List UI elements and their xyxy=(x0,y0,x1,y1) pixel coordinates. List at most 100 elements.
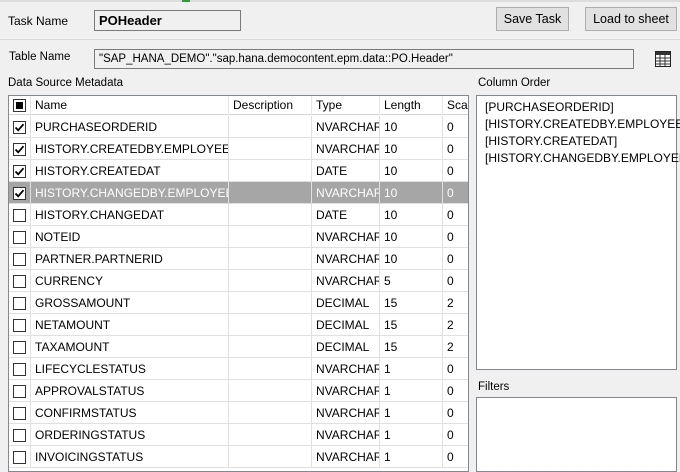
cell-scale[interactable]: 0 xyxy=(443,424,468,446)
table-row[interactable]: APPROVALSTATUS NVARCHAR 1 0 xyxy=(9,380,468,402)
cell-description[interactable] xyxy=(229,292,312,314)
column-header-type[interactable]: Type xyxy=(312,96,380,115)
cell-scale[interactable]: 0 xyxy=(443,226,468,248)
include-checkbox[interactable] xyxy=(13,275,26,288)
cell-type[interactable]: NVARCHAR xyxy=(312,182,380,204)
cell-name[interactable]: LIFECYCLESTATUS xyxy=(31,358,229,380)
column-header-name[interactable]: Name xyxy=(31,96,229,115)
table-row[interactable]: HISTORY.CHANGEDAT DATE 10 0 xyxy=(9,204,468,226)
include-checkbox[interactable] xyxy=(13,253,26,266)
cell-name[interactable]: ORDERINGSTATUS xyxy=(31,424,229,446)
include-checkbox[interactable] xyxy=(13,231,26,244)
cell-name[interactable]: TAXAMOUNT xyxy=(31,336,229,358)
cell-name[interactable]: PARTNER.PARTNERID xyxy=(31,248,229,270)
table-row[interactable]: PURCHASEORDERID NVARCHAR 10 0 xyxy=(9,116,468,138)
cell-scale[interactable]: 0 xyxy=(443,358,468,380)
cell-description[interactable] xyxy=(229,380,312,402)
include-checkbox[interactable] xyxy=(13,297,26,310)
cell-scale[interactable]: 0 xyxy=(443,116,468,138)
cell-name[interactable]: HISTORY.CHANGEDAT xyxy=(31,204,229,226)
cell-length[interactable]: 15 xyxy=(380,336,443,358)
cell-scale[interactable]: 0 xyxy=(443,446,468,468)
metadata-grid[interactable]: Name Description Type Length Scal PURCHA… xyxy=(8,95,469,472)
cell-name[interactable]: HISTORY.CREATEDAT xyxy=(31,160,229,182)
table-row[interactable]: ORDERINGSTATUS NVARCHAR 1 0 xyxy=(9,424,468,446)
cell-type[interactable]: NVARCHAR xyxy=(312,380,380,402)
cell-description[interactable] xyxy=(229,270,312,292)
table-browse-icon[interactable] xyxy=(654,50,672,68)
table-row[interactable]: NETAMOUNT DECIMAL 15 2 xyxy=(9,314,468,336)
include-checkbox[interactable] xyxy=(13,187,26,200)
cell-description[interactable] xyxy=(229,138,312,160)
cell-description[interactable] xyxy=(229,116,312,138)
cell-type[interactable]: NVARCHAR xyxy=(312,226,380,248)
column-order-list[interactable]: [PURCHASEORDERID] [HISTORY.CREATEDBY.EMP… xyxy=(476,95,680,370)
select-all-header[interactable] xyxy=(9,96,31,115)
column-order-item[interactable]: [PURCHASEORDERID] xyxy=(482,99,676,116)
cell-length[interactable]: 10 xyxy=(380,116,443,138)
include-checkbox[interactable] xyxy=(13,429,26,442)
task-name-field[interactable]: POHeader xyxy=(94,10,241,31)
cell-name[interactable]: PURCHASEORDERID xyxy=(31,116,229,138)
cell-scale[interactable]: 2 xyxy=(443,292,468,314)
include-checkbox[interactable] xyxy=(13,143,26,156)
table-row[interactable]: HISTORY.CHANGEDBY.EMPLOYEEID NVARCHAR 10 0 xyxy=(9,182,468,204)
cell-scale[interactable]: 0 xyxy=(443,138,468,160)
cell-type[interactable]: NVARCHAR xyxy=(312,402,380,424)
include-checkbox[interactable] xyxy=(13,407,26,420)
cell-scale[interactable]: 2 xyxy=(443,336,468,358)
include-checkbox[interactable] xyxy=(13,385,26,398)
cell-description[interactable] xyxy=(229,204,312,226)
cell-description[interactable] xyxy=(229,314,312,336)
cell-type[interactable]: NVARCHAR xyxy=(312,358,380,380)
save-task-button[interactable]: Save Task xyxy=(496,7,569,31)
cell-name[interactable]: HISTORY.CHANGEDBY.EMPLOYEEID xyxy=(31,182,229,204)
table-row[interactable]: GROSSAMOUNT DECIMAL 15 2 xyxy=(9,292,468,314)
cell-length[interactable]: 10 xyxy=(380,138,443,160)
table-row[interactable]: LIFECYCLESTATUS NVARCHAR 1 0 xyxy=(9,358,468,380)
cell-name[interactable]: HISTORY.CREATEDBY.EMPLOYEEID xyxy=(31,138,229,160)
cell-description[interactable] xyxy=(229,182,312,204)
cell-scale[interactable]: 0 xyxy=(443,160,468,182)
cell-type[interactable]: DECIMAL xyxy=(312,314,380,336)
cell-name[interactable]: CURRENCY xyxy=(31,270,229,292)
cell-length[interactable]: 15 xyxy=(380,314,443,336)
include-checkbox[interactable] xyxy=(13,121,26,134)
table-row[interactable]: CONFIRMSTATUS NVARCHAR 1 0 xyxy=(9,402,468,424)
cell-name[interactable]: GROSSAMOUNT xyxy=(31,292,229,314)
cell-length[interactable]: 10 xyxy=(380,160,443,182)
cell-name[interactable]: NOTEID xyxy=(31,226,229,248)
cell-length[interactable]: 1 xyxy=(380,446,443,468)
cell-length[interactable]: 10 xyxy=(380,182,443,204)
column-order-item[interactable]: [HISTORY.CREATEDAT] xyxy=(482,133,676,150)
cell-scale[interactable]: 0 xyxy=(443,402,468,424)
column-header-length[interactable]: Length xyxy=(380,96,443,115)
cell-description[interactable] xyxy=(229,446,312,468)
cell-scale[interactable]: 0 xyxy=(443,270,468,292)
cell-description[interactable] xyxy=(229,160,312,182)
cell-scale[interactable]: 0 xyxy=(443,380,468,402)
table-row[interactable]: INVOICINGSTATUS NVARCHAR 1 0 xyxy=(9,446,468,468)
cell-type[interactable]: NVARCHAR xyxy=(312,270,380,292)
cell-length[interactable]: 1 xyxy=(380,380,443,402)
cell-length[interactable]: 10 xyxy=(380,226,443,248)
table-name-field[interactable]: "SAP_HANA_DEMO"."sap.hana.democontent.ep… xyxy=(94,49,634,69)
cell-description[interactable] xyxy=(229,424,312,446)
cell-type[interactable]: DATE xyxy=(312,160,380,182)
cell-type[interactable]: NVARCHAR xyxy=(312,138,380,160)
load-to-sheet-button[interactable]: Load to sheet xyxy=(585,7,677,31)
cell-type[interactable]: NVARCHAR xyxy=(312,446,380,468)
cell-length[interactable]: 5 xyxy=(380,270,443,292)
cell-description[interactable] xyxy=(229,226,312,248)
cell-type[interactable]: NVARCHAR xyxy=(312,424,380,446)
cell-type[interactable]: NVARCHAR xyxy=(312,116,380,138)
table-row[interactable]: TAXAMOUNT DECIMAL 15 2 xyxy=(9,336,468,358)
cell-type[interactable]: DECIMAL xyxy=(312,292,380,314)
cell-type[interactable]: DATE xyxy=(312,204,380,226)
column-header-description[interactable]: Description xyxy=(229,96,312,115)
table-row[interactable]: NOTEID NVARCHAR 10 0 xyxy=(9,226,468,248)
cell-description[interactable] xyxy=(229,336,312,358)
cell-description[interactable] xyxy=(229,358,312,380)
column-order-item[interactable]: [HISTORY.CHANGEDBY.EMPLOYEEID] xyxy=(482,150,680,167)
select-all-checkbox[interactable] xyxy=(13,99,26,112)
